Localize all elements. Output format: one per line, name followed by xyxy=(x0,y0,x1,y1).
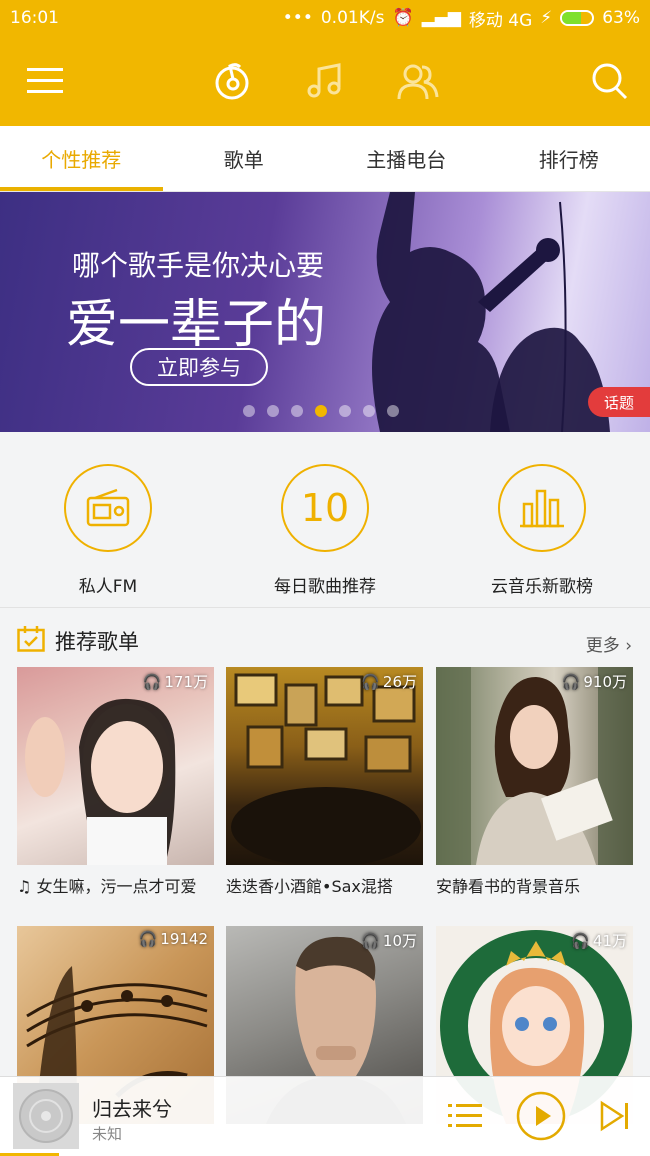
playlist-caption: ♫ 女生嘛，污一点才可爱 xyxy=(17,873,214,897)
bar-chart-icon xyxy=(498,464,586,552)
section-title: 推荐歌单 xyxy=(55,630,139,654)
play-count: 🎧 19142 xyxy=(139,930,208,948)
headphones-icon: 🎧 xyxy=(142,672,162,691)
playlist-card[interactable]: 🎧 910万 安静看书的背景音乐 xyxy=(436,667,633,897)
new-songs-chart-entry[interactable]: 云音乐新歌榜 xyxy=(452,464,632,597)
radio-icon xyxy=(64,464,152,552)
play-count-value: 19142 xyxy=(160,930,208,948)
banner-dot[interactable] xyxy=(243,405,255,417)
calendar-check-icon xyxy=(17,626,45,656)
playlist-title: 迭迭香小酒館•Sax混搭 xyxy=(226,877,393,896)
music-note-small-icon: ♫ xyxy=(17,877,32,896)
new-songs-chart-label: 云音乐新歌榜 xyxy=(491,577,593,597)
headphones-icon: 🎧 xyxy=(361,931,380,950)
tab-personal-recommend[interactable]: 个性推荐 xyxy=(0,126,163,191)
album-cover xyxy=(13,1083,79,1149)
headphones-icon: 🎧 xyxy=(561,672,581,691)
play-count: 🎧 10万 xyxy=(361,930,417,951)
status-bar: 16:01 ••• 0.01K/s ⏰ ▂▄▆ 移动 4G ⚡ 63% xyxy=(0,0,650,36)
tab-radio[interactable]: 主播电台 xyxy=(325,126,488,191)
banner-dot-active[interactable] xyxy=(315,405,327,417)
battery-percent: 63% xyxy=(602,8,640,28)
friends-icon[interactable] xyxy=(393,56,443,106)
search-icon[interactable] xyxy=(585,56,635,106)
quick-entries: 私人FM 10 每日歌曲推荐 云音乐新歌榜 xyxy=(0,432,650,608)
private-fm-label: 私人FM xyxy=(78,577,138,597)
banner-carousel[interactable]: 哪个歌手是你决心要 爱一辈子的 立即参与 话题 xyxy=(0,192,650,432)
headphones-icon: 🎧 xyxy=(138,930,158,948)
playlist-queue-icon[interactable] xyxy=(440,1091,490,1141)
play-count: 🎧 26万 xyxy=(361,671,417,692)
play-count-value: 171万 xyxy=(164,673,208,691)
music-note-icon[interactable] xyxy=(300,56,350,106)
daily-number: 10 xyxy=(300,486,350,530)
more-dots-icon: ••• xyxy=(282,8,313,28)
banner-cta-button[interactable]: 立即参与 xyxy=(130,348,268,386)
banner-dots xyxy=(243,405,399,417)
status-right: ••• 0.01K/s ⏰ ▂▄▆ 移动 4G ⚡ 63% xyxy=(283,6,640,31)
headphones-icon: 🎧 xyxy=(571,931,590,950)
play-count-value: 26万 xyxy=(382,673,417,691)
play-button[interactable] xyxy=(516,1091,566,1141)
signal-icon: ▂▄▆ xyxy=(421,8,461,28)
song-artist: 未知 xyxy=(92,1125,123,1143)
play-count: 🎧 910万 xyxy=(562,671,627,692)
network-speed: 0.01K/s xyxy=(320,8,385,28)
playlist-card[interactable]: 🎧 26万 迭迭香小酒館•Sax混搭 xyxy=(226,667,423,897)
headphones-icon: 🎧 xyxy=(361,672,380,691)
banner-topic-tag: 话题 xyxy=(588,387,650,417)
more-link[interactable]: 更多 › xyxy=(586,631,632,656)
banner-line2: 爱一辈子的 xyxy=(66,295,327,355)
menu-icon[interactable] xyxy=(21,56,71,106)
banner-dot[interactable] xyxy=(363,405,375,417)
mini-player[interactable]: 归去来兮 未知 xyxy=(0,1076,650,1156)
banner-line1: 哪个歌手是你决心要 xyxy=(72,249,325,282)
carrier-label: 移动 4G xyxy=(468,10,533,31)
playlist-cover: 🎧 910万 xyxy=(436,667,633,865)
battery-icon xyxy=(560,10,595,26)
more-label: 更多 xyxy=(585,636,620,656)
top-bar xyxy=(0,36,650,126)
banner-dot[interactable] xyxy=(267,405,279,417)
play-count-value: 10万 xyxy=(382,932,417,950)
chevron-right-icon: › xyxy=(625,636,632,656)
next-track-icon[interactable] xyxy=(590,1091,640,1141)
netease-music-logo-icon[interactable] xyxy=(207,56,257,106)
playlist-cover: 🎧 26万 xyxy=(226,667,423,865)
song-title: 归去来兮 xyxy=(92,1097,172,1121)
banner-dot[interactable] xyxy=(387,405,399,417)
play-count-value: 41万 xyxy=(592,932,627,950)
play-count: 🎧 41万 xyxy=(571,930,627,951)
banner-dot[interactable] xyxy=(339,405,351,417)
tab-charts[interactable]: 排行榜 xyxy=(488,126,650,191)
banner-dot[interactable] xyxy=(291,405,303,417)
playlist-title: 女生嘛，污一点才可爱 xyxy=(36,877,197,896)
playlist-title: 安静看书的背景音乐 xyxy=(436,877,581,896)
playlist-cover: 🎧 171万 xyxy=(17,667,214,865)
play-count: 🎧 171万 xyxy=(143,671,208,692)
daily-recommend-entry[interactable]: 10 每日歌曲推荐 xyxy=(235,464,415,597)
alarm-icon: ⏰ xyxy=(392,8,414,28)
status-time: 16:01 xyxy=(10,8,59,28)
charging-icon: ⚡ xyxy=(540,8,553,28)
tab-bar: 个性推荐 歌单 主播电台 排行榜 xyxy=(0,126,650,192)
daily-recommend-label: 每日歌曲推荐 xyxy=(274,577,376,597)
calendar-day-icon: 10 xyxy=(281,464,369,552)
tab-playlists[interactable]: 歌单 xyxy=(163,126,326,191)
play-count-value: 910万 xyxy=(583,673,627,691)
playlist-card[interactable]: 🎧 171万 ♫ 女生嘛，污一点才可爱 xyxy=(17,667,214,897)
recommended-playlists-header: 推荐歌单 更多 › xyxy=(0,609,650,667)
private-fm-entry[interactable]: 私人FM xyxy=(18,464,198,597)
